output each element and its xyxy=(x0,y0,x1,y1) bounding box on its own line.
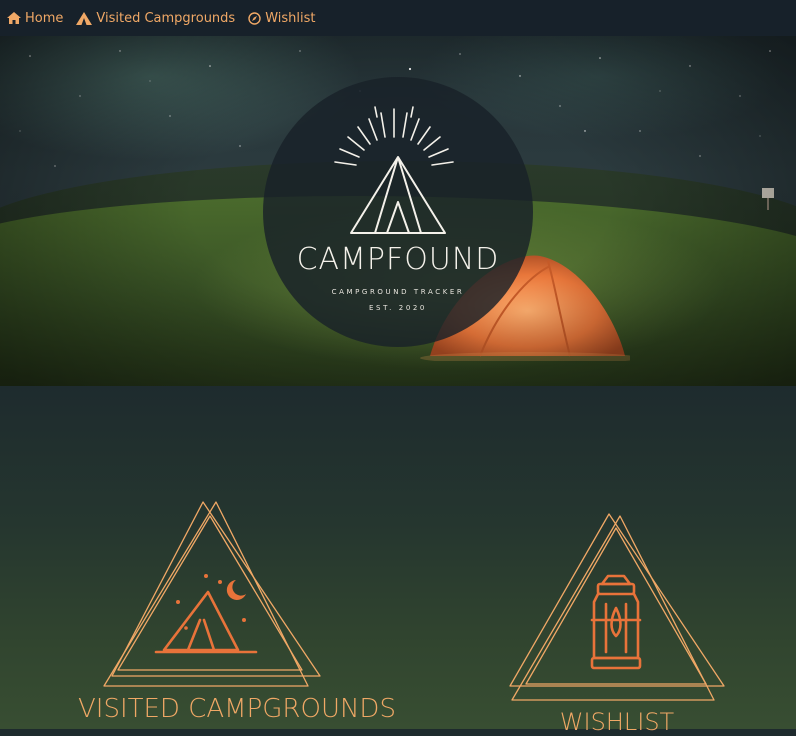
brand-name: CAMPFOUND xyxy=(296,242,500,277)
visited-campgrounds-card-icon[interactable] xyxy=(100,498,322,692)
nav-visited-campgrounds[interactable]: Visited Campgrounds xyxy=(76,11,235,26)
wishlist-card-icon[interactable] xyxy=(506,512,728,704)
hero-banner: CAMPFOUND CAMPGROUND TRACKER EST. 2020 xyxy=(0,36,796,386)
tent-icon xyxy=(76,11,93,25)
visited-campgrounds-title[interactable]: VISITED CAMPGROUNDS xyxy=(78,694,396,724)
nav-home[interactable]: Home xyxy=(7,11,63,26)
nav-wishlist[interactable]: Wishlist xyxy=(248,10,316,26)
wishlist-title[interactable]: WISHLIST xyxy=(506,708,728,736)
brand-tagline: CAMPGROUND TRACKER xyxy=(331,288,465,296)
compass-icon xyxy=(248,11,261,25)
home-icon xyxy=(7,12,21,24)
top-nav: Home Visited Campgrounds Wishlist xyxy=(0,0,796,36)
sunburst-tent-logo-icon xyxy=(334,106,454,234)
nav-wishlist-label: Wishlist xyxy=(265,10,316,26)
nav-home-label: Home xyxy=(25,10,64,26)
brand-established: EST. 2020 xyxy=(369,304,427,312)
nav-visited-label: Visited Campgrounds xyxy=(96,10,236,26)
